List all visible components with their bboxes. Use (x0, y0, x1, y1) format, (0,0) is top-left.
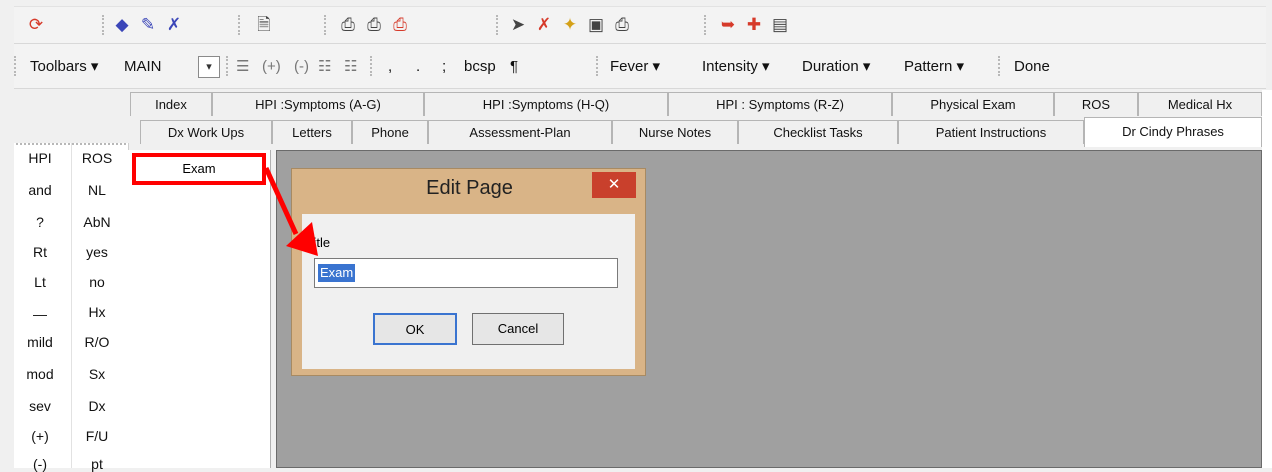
page-list (128, 150, 271, 468)
window-edge (1262, 90, 1272, 468)
tab-hpi-h-q[interactable]: HPI :Symptoms (H-Q) (424, 92, 668, 116)
phrase-and[interactable]: and (15, 182, 65, 198)
send-icon[interactable]: ➤ (508, 15, 528, 35)
toolbar-grip[interactable] (496, 15, 501, 35)
print-setup-icon[interactable]: ⎙ (390, 15, 410, 35)
tab-medical-hx[interactable]: Medical Hx (1138, 92, 1262, 116)
tab-physical-exam[interactable]: Physical Exam (892, 92, 1054, 116)
pilcrow-button[interactable]: ¶ (510, 57, 518, 77)
list-icon[interactable]: ☰ (236, 57, 249, 77)
toolbar-grip[interactable] (324, 15, 329, 35)
toolbars-combo-arrow[interactable]: ▾ (198, 56, 220, 78)
phrase-no[interactable]: no (72, 274, 122, 290)
tab-phone[interactable]: Phone (352, 120, 428, 144)
semicolon-button[interactable]: ; (442, 57, 446, 77)
close-icon[interactable]: ✕ (592, 172, 636, 198)
phrase-ro[interactable]: R/O (72, 334, 122, 350)
tab-index[interactable]: Index (130, 92, 212, 116)
toolbar-grip[interactable] (102, 15, 107, 35)
bookmark-icon[interactable]: ◆ (112, 15, 132, 35)
toolbars-dropdown[interactable]: Toolbars ▾ (30, 57, 98, 77)
tab-hpi-r-z[interactable]: HPI : Symptoms (R-Z) (668, 92, 892, 116)
erase-icon[interactable]: ✗ (164, 15, 184, 35)
toolbar-grip[interactable] (14, 56, 19, 76)
phrase-ros[interactable]: ROS (72, 150, 122, 166)
phrase-sx[interactable]: Sx (72, 366, 122, 382)
phrase-rt[interactable]: Rt (15, 244, 65, 260)
phrase-fu[interactable]: F/U (72, 428, 122, 444)
phrase-minus[interactable]: (-) (15, 456, 65, 472)
phrase-yes[interactable]: yes (72, 244, 122, 260)
toolbar-grip[interactable] (704, 15, 709, 35)
tab-patient-instructions[interactable]: Patient Instructions (898, 120, 1084, 144)
toolbar-grip[interactable] (370, 56, 375, 76)
toolbar-grip[interactable] (596, 56, 601, 76)
phrase-lt[interactable]: Lt (15, 274, 65, 290)
tab-dx-work-ups[interactable]: Dx Work Ups (140, 120, 272, 144)
cancel-button[interactable]: Cancel (472, 313, 564, 345)
merge-icon[interactable]: ▤ (770, 15, 790, 35)
book-icon[interactable]: ✎ (138, 15, 158, 35)
document-icon[interactable]: 🗎 (254, 15, 274, 35)
add-record-icon[interactable]: ✚ (744, 15, 764, 35)
pattern-dropdown[interactable]: Pattern ▾ (904, 57, 964, 77)
tab-nurse-notes[interactable]: Nurse Notes (612, 120, 738, 144)
tab-assessment-plan[interactable]: Assessment-Plan (428, 120, 612, 144)
phrase-dx[interactable]: Dx (72, 398, 122, 414)
phrase-mod[interactable]: mod (15, 366, 65, 382)
phrase-dash[interactable]: — (15, 306, 65, 322)
dialog-body (302, 214, 635, 369)
page-item-exam[interactable]: Exam (132, 153, 266, 185)
bullet-list-icon[interactable]: ☷ (318, 57, 331, 77)
phrase-nl[interactable]: NL (72, 182, 122, 198)
tab-letters[interactable]: Letters (272, 120, 352, 144)
phrase-hpi[interactable]: HPI (15, 150, 65, 166)
tab-hpi-a-g[interactable]: HPI :Symptoms (A-G) (212, 92, 424, 116)
comma-button[interactable]: , (388, 57, 392, 77)
toolbar-grip[interactable] (238, 15, 243, 35)
phrase-pt[interactable]: pt (72, 456, 122, 472)
toolbar-top: ⟳ ◆ ✎ ✗ 🗎 ⎙ ⎙ ⎙ ➤ ✗ ✦ ▣ ⎙ ➥ ✚ ▤ (14, 6, 1266, 44)
toolbar-grip[interactable] (998, 56, 1003, 76)
ok-button[interactable]: OK (373, 313, 457, 345)
bcsp-button[interactable]: bcsp (464, 57, 496, 77)
numbered-list-icon[interactable]: ☷ (344, 57, 357, 77)
duration-dropdown[interactable]: Duration ▾ (802, 57, 870, 77)
tab-ros[interactable]: ROS (1054, 92, 1138, 116)
phrase-mild[interactable]: mild (15, 334, 65, 350)
toolbars-value[interactable]: MAIN (124, 57, 162, 77)
print-icon[interactable]: ⎙ (338, 15, 358, 35)
toolbar-formatting: Toolbars ▾ MAIN ▾ ☰ (+) (-) ☷ ☷ , . ; bc… (14, 44, 1266, 89)
title-input[interactable] (314, 258, 618, 288)
phrase-sev[interactable]: sev (15, 398, 65, 414)
fever-dropdown[interactable]: Fever ▾ (610, 57, 660, 77)
stop-icon[interactable]: ✗ (534, 15, 554, 35)
phrase-question[interactable]: ? (15, 214, 65, 230)
star-icon[interactable]: ✦ (560, 15, 580, 35)
phrase-hx[interactable]: Hx (72, 304, 122, 320)
tab-dr-cindy-phrases[interactable]: Dr Cindy Phrases (1084, 117, 1262, 147)
plus-button[interactable]: (+) (262, 57, 281, 77)
printer-icon[interactable]: ⎙ (612, 15, 632, 35)
phrase-abn[interactable]: AbN (72, 214, 122, 230)
period-button[interactable]: . (416, 57, 420, 77)
print-preview-icon[interactable]: ⎙ (364, 15, 384, 35)
title-input-value[interactable]: Exam (318, 264, 356, 282)
title-label: Title (306, 235, 331, 250)
export-icon[interactable]: ➥ (718, 15, 738, 35)
refresh-icon[interactable]: ⟳ (26, 15, 46, 35)
done-button[interactable]: Done (1014, 57, 1050, 77)
intensity-dropdown[interactable]: Intensity ▾ (702, 57, 770, 77)
tab-checklist-tasks[interactable]: Checklist Tasks (738, 120, 898, 144)
toolbar-grip[interactable] (226, 56, 231, 76)
phrase-plus[interactable]: (+) (15, 428, 65, 444)
minus-button[interactable]: (-) (294, 57, 309, 77)
config-icon[interactable]: ▣ (586, 15, 606, 35)
